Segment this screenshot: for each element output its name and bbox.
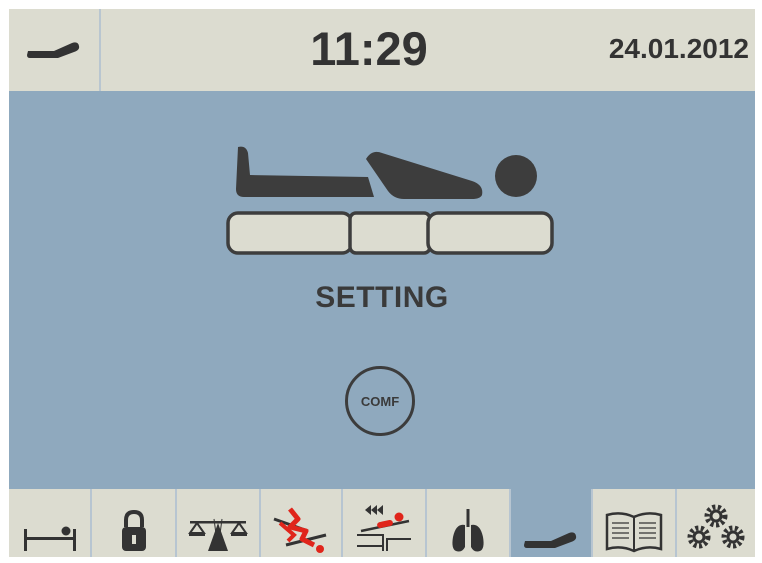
clock-time: 11:29	[310, 22, 428, 75]
current-date: 24.01.2012	[608, 33, 749, 64]
tab-cpr[interactable]	[261, 489, 343, 557]
trendelenburg-icon	[357, 505, 411, 551]
comf-button-label: COMF	[360, 393, 400, 409]
tab-weighing-scale[interactable]	[177, 489, 261, 557]
bed-exit-icon	[23, 526, 76, 551]
screen-frame: 11:29 24.01.2012 SETTING COMF	[9, 9, 755, 557]
header-mode-indicator[interactable]	[9, 9, 101, 91]
main-panel: SETTING COMF	[9, 91, 755, 489]
scale-icon	[188, 518, 248, 551]
bottom-toolbar	[9, 489, 755, 557]
tab-lungs-therapy[interactable]	[427, 489, 511, 557]
lungs-icon	[452, 509, 484, 552]
tab-bed-position[interactable]	[511, 489, 593, 557]
padlock-icon	[121, 509, 146, 551]
bed-position-icon	[27, 42, 80, 58]
bed-position-icon	[524, 532, 577, 548]
tab-lock[interactable]	[92, 489, 177, 557]
tab-trendelenburg[interactable]	[343, 489, 427, 557]
setting-title: SETTING	[315, 281, 449, 314]
gears-icon	[687, 504, 745, 549]
tab-bed-exit[interactable]	[9, 489, 92, 557]
patient-on-mattress-icon	[226, 146, 554, 255]
comf-button[interactable]: COMF	[345, 366, 415, 436]
book-icon	[605, 512, 663, 553]
tab-manual[interactable]	[593, 489, 677, 557]
tab-settings[interactable]	[677, 489, 755, 557]
header-bar: 11:29 24.01.2012	[9, 9, 755, 91]
cpr-icon	[273, 507, 327, 553]
